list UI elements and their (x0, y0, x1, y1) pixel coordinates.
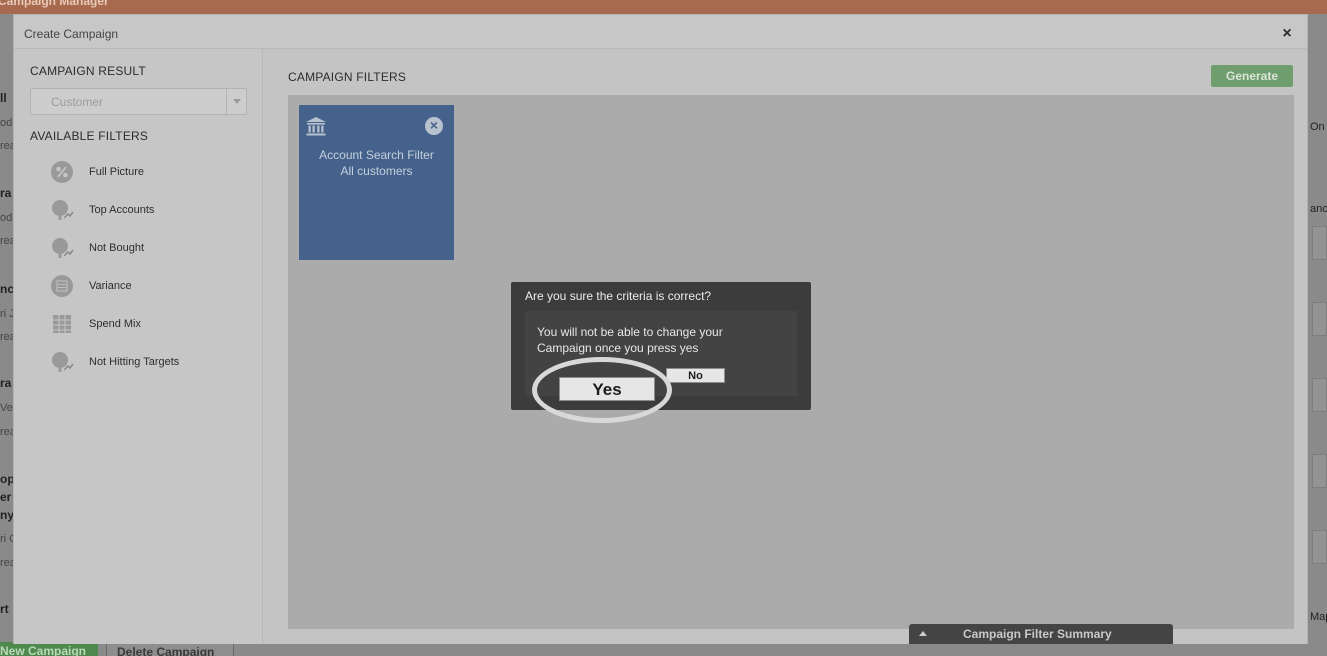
bg-fragment: rea (0, 235, 13, 247)
remove-filter-icon[interactable]: × (425, 117, 443, 135)
filter-label: Variance (89, 280, 132, 292)
bg-fragment: ri J (0, 308, 13, 320)
delete-campaign-button[interactable]: Delete Campaign (106, 642, 234, 656)
bg-fragment: rea (0, 557, 13, 569)
filter-label: Not Hitting Targets (89, 356, 180, 368)
account-search-filter-card[interactable]: × Account Search Filter All customers (299, 105, 454, 260)
filter-label: Spend Mix (89, 318, 141, 330)
summary-label: Campaign Filter Summary (963, 627, 1112, 641)
campaign-result-value: Customer (51, 95, 104, 109)
spend-mix-icon (53, 315, 71, 333)
bank-icon (306, 117, 326, 136)
filter-item-variance[interactable]: Variance (50, 273, 250, 299)
bg-fragment: ra (0, 186, 12, 200)
close-icon[interactable]: × (1281, 26, 1293, 42)
modal-title: Create Campaign (24, 27, 119, 41)
bg-fragment: anc (1310, 203, 1327, 215)
filter-item-spend-mix[interactable]: Spend Mix (50, 311, 250, 337)
bg-cell (1312, 302, 1327, 336)
bg-fragment: rt (0, 602, 9, 616)
filter-item-not-hitting-targets[interactable]: Not Hitting Targets (50, 349, 250, 375)
app-top-bar: Campaign Manager (0, 0, 1327, 14)
campaign-filters-heading: CAMPAIGN FILTERS (288, 70, 407, 84)
not-hitting-targets-icon (52, 352, 74, 372)
bg-fragment: od (0, 117, 13, 129)
filter-card-subtitle: All customers (340, 164, 413, 178)
bg-fragment: ll (0, 91, 7, 105)
bg-fragment: Ved (0, 402, 13, 414)
bg-fragment: rea (0, 426, 13, 438)
modal-header: Create Campaign × (14, 15, 1307, 49)
bg-fragment: ra (0, 376, 12, 390)
variance-icon (51, 275, 73, 297)
app-title: Campaign Manager (0, 0, 109, 8)
bg-cell (1312, 530, 1327, 564)
yes-button[interactable]: Yes (559, 377, 655, 401)
bg-fragment: ri C (0, 533, 13, 545)
bg-cell (1312, 454, 1327, 488)
dialog-message: You will not be able to change your Camp… (537, 325, 723, 355)
chevron-up-icon (919, 631, 927, 636)
bg-fragment: od (0, 212, 13, 224)
top-accounts-icon (52, 200, 74, 220)
bg-cell (1312, 226, 1327, 260)
available-filters-heading: AVAILABLE FILTERS (30, 129, 149, 143)
full-picture-icon (51, 161, 73, 183)
filter-label: Not Bought (89, 242, 145, 254)
filter-card-title: Account Search Filter (319, 148, 434, 162)
filter-item-full-picture[interactable]: Full Picture (50, 159, 250, 185)
filter-label: Top Accounts (89, 204, 155, 216)
bg-fragment: Map (1310, 611, 1327, 623)
bg-fragment: er (0, 490, 12, 504)
bg-fragment: op (0, 472, 13, 486)
not-bought-icon (52, 238, 74, 258)
confirm-dialog: Are you sure the criteria is correct? Yo… (511, 282, 811, 410)
campaign-result-select[interactable]: Customer (30, 88, 247, 115)
dialog-title: Are you sure the criteria is correct? (525, 289, 712, 303)
generate-button[interactable]: Generate (1211, 65, 1293, 87)
bg-fragment: nc (0, 282, 13, 296)
background-left-column (0, 14, 13, 642)
filter-label: Full Picture (89, 166, 145, 178)
bg-fragment: rea (0, 331, 13, 343)
bg-fragment: nyo (0, 508, 13, 522)
campaign-filter-summary-toggle[interactable]: Campaign Filter Summary (909, 624, 1173, 644)
bg-fragment: rea (0, 140, 13, 152)
filter-item-top-accounts[interactable]: Top Accounts (50, 197, 250, 223)
new-campaign-button[interactable]: New Campaign (0, 642, 98, 656)
filters-sidebar: CAMPAIGN RESULT Customer AVAILABLE FILTE… (14, 49, 263, 644)
filter-item-not-bought[interactable]: Not Bought (50, 235, 250, 261)
chevron-down-icon[interactable] (226, 89, 246, 114)
bg-fragment: On (1310, 121, 1325, 133)
no-button[interactable]: No (666, 368, 725, 383)
app-bottom-bar: New Campaign Delete Campaign (0, 642, 1327, 656)
bg-cell (1312, 378, 1327, 412)
campaign-result-heading: CAMPAIGN RESULT (30, 64, 146, 78)
